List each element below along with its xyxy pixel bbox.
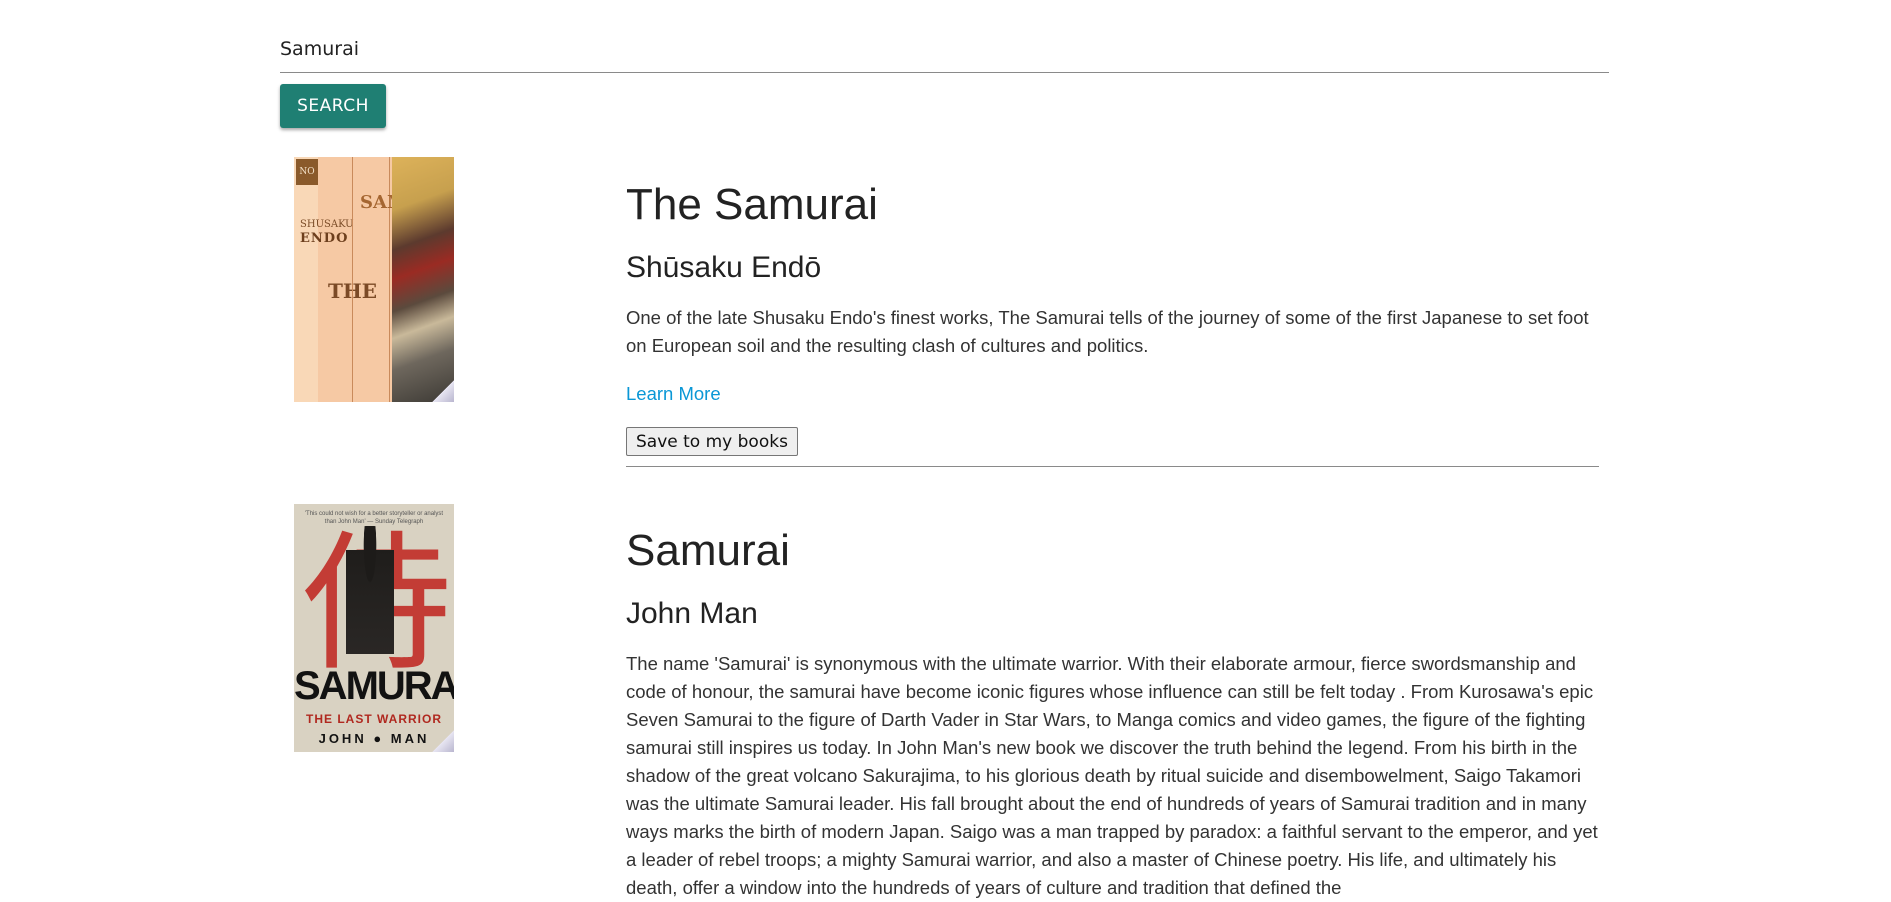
cover-subtitle: THE LAST WARRIOR bbox=[306, 712, 442, 726]
book-title: Samurai bbox=[626, 526, 790, 575]
publisher-logo: NO bbox=[296, 159, 318, 185]
search-input[interactable] bbox=[280, 26, 1609, 73]
page-curl-decoration bbox=[432, 730, 454, 752]
cover-title: SAMURAI bbox=[294, 664, 454, 708]
cover-author-text: SHUSAKU ENDO bbox=[300, 218, 354, 247]
book-cover-image[interactable]: NO SHUSAKU ENDO THE SAMURAI bbox=[294, 157, 454, 402]
cover-artwork bbox=[392, 157, 454, 402]
cover-divider-line bbox=[352, 157, 353, 402]
search-button[interactable]: SEARCH bbox=[280, 84, 386, 128]
book-author: Shūsaku Endō bbox=[626, 251, 822, 284]
book-cover-image[interactable]: 'This could not wish for a better storyt… bbox=[294, 504, 454, 752]
book-title: The Samurai bbox=[626, 180, 878, 229]
cover-title-left: THE bbox=[328, 275, 377, 307]
learn-more-link[interactable]: Learn More bbox=[626, 383, 721, 405]
cover-title-right: SAMURAI bbox=[360, 187, 454, 218]
cover-author: JOHN ● MAN bbox=[318, 731, 430, 746]
book-description: The name 'Samurai' is synonymous with th… bbox=[626, 653, 1598, 898]
book-description: One of the late Shusaku Endo's finest wo… bbox=[626, 307, 1589, 356]
cover-spine-strip bbox=[294, 157, 318, 402]
save-to-my-books-button[interactable]: Save to my books bbox=[626, 427, 798, 456]
page-curl-decoration bbox=[432, 380, 454, 402]
cover-warrior-figure bbox=[346, 526, 394, 686]
result-divider bbox=[626, 466, 1599, 467]
cover-author-first: SHUSAKU bbox=[300, 219, 354, 230]
cover-author-last: ENDO bbox=[300, 231, 349, 246]
book-author: John Man bbox=[626, 597, 758, 630]
